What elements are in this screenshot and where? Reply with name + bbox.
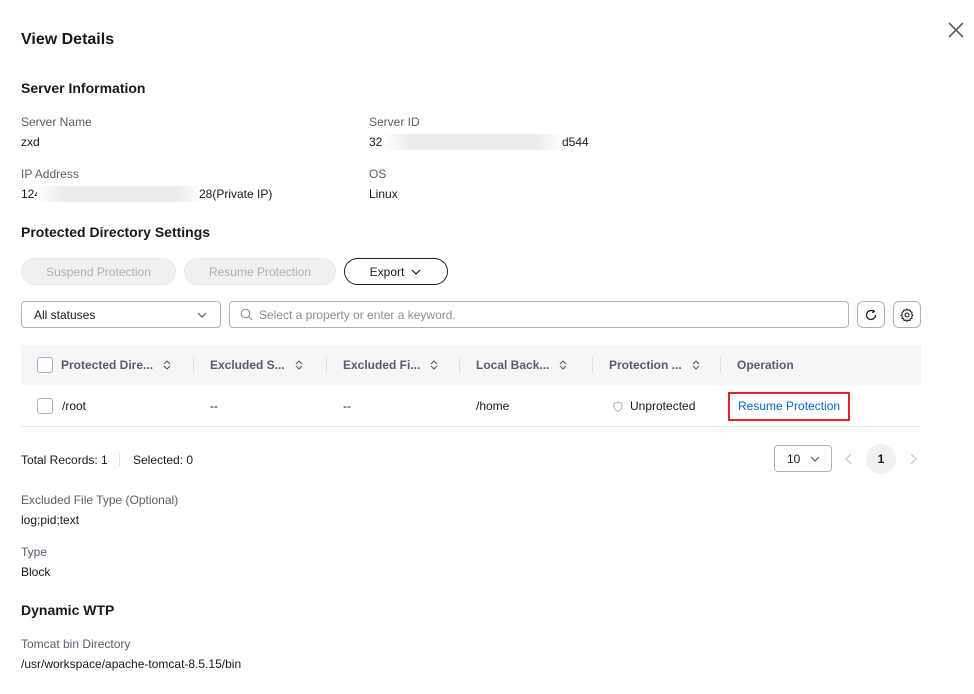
status-select-value: All statuses bbox=[34, 307, 96, 322]
column-header-label: Excluded Fi... bbox=[343, 358, 421, 372]
column-header-label: Protected Dire... bbox=[61, 358, 154, 372]
column-header-protection-status[interactable]: Protection ... bbox=[609, 345, 702, 385]
chevron-down-icon bbox=[810, 456, 820, 462]
dynamic-wtp-heading: Dynamic WTP bbox=[21, 602, 115, 618]
cell-protection-status: Unprotected bbox=[613, 385, 695, 427]
selected-count: Selected: 0 bbox=[133, 453, 194, 467]
gear-icon bbox=[900, 307, 914, 322]
search-icon bbox=[240, 308, 253, 321]
sort-icon bbox=[692, 360, 700, 370]
chevron-down-icon bbox=[197, 312, 207, 318]
ip-address-label: IP Address bbox=[21, 167, 79, 181]
excluded-file-type-value: log;pid;text bbox=[21, 513, 80, 527]
status-select[interactable]: All statuses bbox=[21, 301, 221, 328]
page-size-select[interactable]: 10 bbox=[774, 445, 832, 472]
table-header: Protected Dire... Excluded S... Excluded… bbox=[21, 345, 921, 385]
os-label: OS bbox=[369, 167, 387, 181]
tomcat-bin-label: Tomcat bin Directory bbox=[21, 637, 131, 651]
highlight-box bbox=[728, 392, 850, 421]
column-header-label: Protection ... bbox=[609, 358, 682, 372]
redaction-mask bbox=[383, 134, 563, 150]
refresh-icon bbox=[865, 308, 877, 320]
footer-divider bbox=[119, 453, 120, 466]
resume-protection-button[interactable]: Resume Protection bbox=[184, 258, 336, 285]
page-size-value: 10 bbox=[787, 451, 801, 466]
type-label: Type bbox=[21, 545, 48, 559]
excluded-file-type-label: Excluded File Type (Optional) bbox=[21, 493, 179, 507]
dialog-title: View Details bbox=[21, 31, 115, 48]
chevron-down-icon bbox=[411, 269, 421, 275]
server-name-label: Server Name bbox=[21, 115, 92, 129]
column-header-local-backup[interactable]: Local Back... bbox=[476, 345, 569, 385]
sort-icon bbox=[430, 360, 438, 370]
sort-icon bbox=[163, 360, 171, 370]
column-header-operation: Operation bbox=[737, 345, 794, 385]
export-label: Export bbox=[369, 264, 405, 279]
chevron-left-icon bbox=[845, 453, 852, 465]
chevron-right-icon bbox=[910, 453, 917, 465]
column-header-excluded-sub[interactable]: Excluded S... bbox=[210, 345, 305, 385]
tomcat-bin-value: /usr/workspace/apache-tomcat-8.5.15/bin bbox=[21, 657, 242, 671]
close-icon[interactable] bbox=[946, 20, 966, 40]
cell-excluded-file: -- bbox=[343, 399, 351, 413]
server-name-value: zxd bbox=[21, 135, 40, 149]
column-header-label: Excluded S... bbox=[210, 358, 285, 372]
server-id-label: Server ID bbox=[369, 115, 420, 129]
prev-page-button[interactable] bbox=[843, 452, 855, 469]
server-id-prefix: 32 bbox=[369, 135, 383, 149]
column-header-label: Operation bbox=[737, 358, 794, 372]
ip-address-suffix: 28(Private IP) bbox=[199, 187, 273, 201]
settings-button[interactable] bbox=[893, 301, 921, 328]
server-id-suffix: d544 bbox=[562, 135, 589, 149]
os-value: Linux bbox=[369, 187, 398, 201]
sort-icon bbox=[559, 360, 567, 370]
cell-local-backup: /home bbox=[476, 399, 510, 413]
status-text: Unprotected bbox=[630, 399, 696, 413]
select-all-checkbox[interactable] bbox=[37, 357, 53, 373]
column-header-label: Local Back... bbox=[476, 358, 550, 372]
redaction-mask bbox=[37, 186, 203, 202]
cell-excluded-sub: -- bbox=[210, 399, 218, 413]
export-button[interactable]: Export bbox=[344, 258, 448, 285]
suspend-protection-button[interactable]: Suspend Protection bbox=[21, 258, 176, 285]
shield-icon bbox=[613, 400, 623, 412]
server-info-heading: Server Information bbox=[21, 80, 146, 96]
sort-icon bbox=[295, 360, 303, 370]
protected-dir-heading: Protected Directory Settings bbox=[21, 224, 211, 240]
cell-protected-dir: /root bbox=[62, 399, 87, 413]
next-page-button[interactable] bbox=[907, 452, 919, 469]
refresh-button[interactable] bbox=[857, 301, 885, 328]
column-header-protected-dir[interactable]: Protected Dire... bbox=[61, 345, 173, 385]
type-value: Block bbox=[21, 565, 51, 579]
column-header-excluded-file[interactable]: Excluded Fi... bbox=[343, 345, 440, 385]
search-box[interactable] bbox=[229, 301, 849, 328]
total-records: Total Records: 1 bbox=[21, 453, 108, 467]
row-checkbox[interactable] bbox=[37, 398, 53, 414]
search-input[interactable] bbox=[259, 307, 819, 322]
page-1-button[interactable]: 1 bbox=[866, 444, 896, 474]
